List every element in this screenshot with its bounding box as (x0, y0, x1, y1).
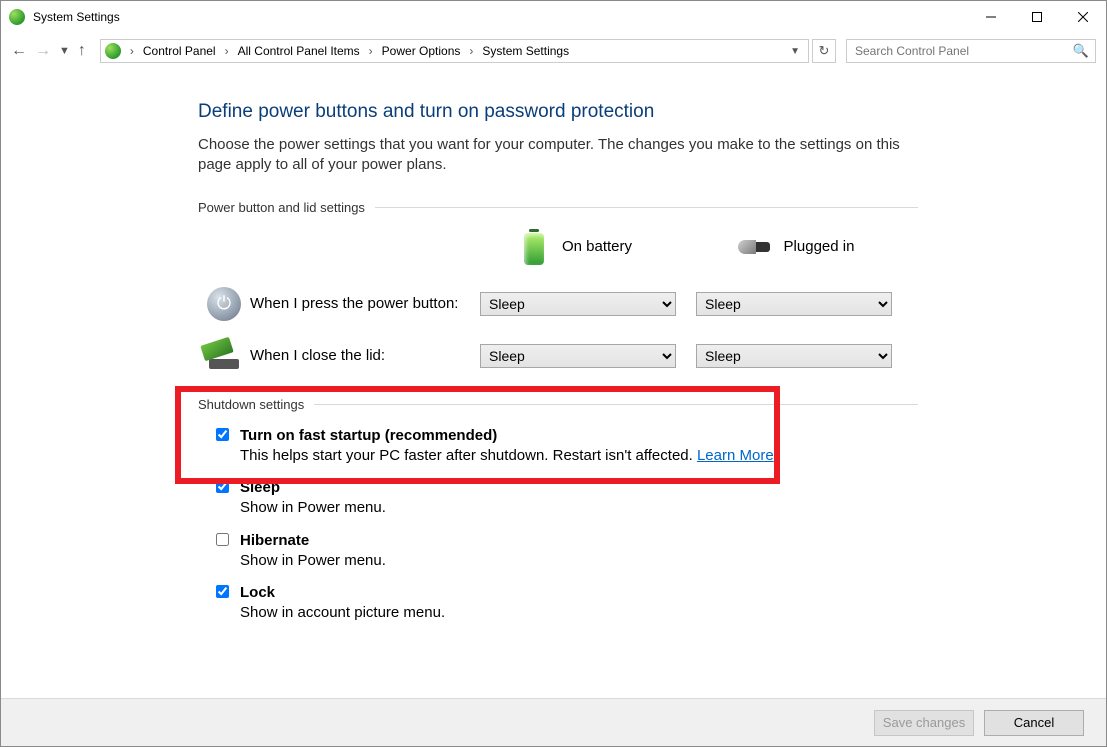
fast-startup-checkbox[interactable] (216, 428, 229, 441)
search-box[interactable]: 🔍 (846, 39, 1096, 63)
shutdown-settings: Turn on fast startup (recommended) This … (212, 426, 918, 624)
hibernate-item: Hibernate Show in Power menu. (212, 531, 918, 572)
column-battery-label: On battery (562, 238, 632, 255)
power-button-plugged-select[interactable]: Sleep (696, 292, 892, 316)
page-description: Choose the power settings that you want … (198, 135, 918, 176)
hibernate-label: Hibernate (240, 532, 309, 549)
learn-more-link[interactable]: Learn More (697, 447, 774, 464)
sleep-desc: Show in Power menu. (240, 498, 386, 518)
fast-startup-label: Turn on fast startup (recommended) (240, 427, 497, 444)
lid-plugged-select[interactable]: Sleep (696, 344, 892, 368)
app-icon (9, 9, 25, 25)
minimize-button[interactable] (968, 1, 1014, 33)
sleep-label: Sleep (240, 479, 280, 496)
forward-button[interactable]: → (35, 42, 51, 60)
cancel-button[interactable]: Cancel (984, 710, 1084, 736)
content-area: Define power buttons and turn on passwor… (1, 71, 1106, 698)
fast-startup-desc: This helps start your PC faster after sh… (240, 447, 697, 464)
back-button[interactable]: ← (11, 42, 27, 60)
hibernate-desc: Show in Power menu. (240, 551, 386, 571)
nav-bar: ← → ▼ ↑ › Control Panel › All Control Pa… (1, 33, 1106, 69)
refresh-button[interactable]: ↻ (812, 39, 836, 63)
battery-icon (524, 229, 544, 265)
up-button[interactable]: ↑ (78, 42, 86, 60)
sleep-item: Sleep Show in Power menu. (212, 478, 918, 519)
recent-dropdown-icon[interactable]: ▼ (59, 45, 70, 57)
search-input[interactable] (853, 43, 1073, 59)
lid-battery-select[interactable]: Sleep (480, 344, 676, 368)
breadcrumb-item[interactable]: All Control Panel Items (232, 44, 366, 58)
chevron-right-icon: › (222, 44, 232, 58)
column-plugged-label: Plugged in (784, 238, 855, 255)
search-icon[interactable]: 🔍 (1073, 43, 1089, 59)
lid-icon (206, 343, 242, 369)
chevron-down-icon[interactable]: ▼ (790, 46, 800, 57)
lid-row-label: When I close the lid: (250, 347, 480, 364)
section-heading-label: Power button and lid settings (198, 200, 375, 215)
hibernate-checkbox[interactable] (216, 533, 229, 546)
lock-item: Lock Show in account picture menu. (212, 583, 918, 624)
power-button-icon: ⏻ (207, 287, 241, 321)
lock-checkbox[interactable] (216, 585, 229, 598)
title-bar: System Settings (1, 1, 1106, 33)
save-button[interactable]: Save changes (874, 710, 974, 736)
sleep-checkbox[interactable] (216, 480, 229, 493)
power-button-battery-select[interactable]: Sleep (480, 292, 676, 316)
chevron-right-icon: › (366, 44, 376, 58)
breadcrumb-item[interactable]: Power Options (376, 44, 467, 58)
lock-desc: Show in account picture menu. (240, 603, 445, 623)
plug-icon (734, 238, 770, 256)
breadcrumb-item[interactable]: Control Panel (137, 44, 222, 58)
page-title: Define power buttons and turn on passwor… (198, 101, 918, 123)
section-heading-shutdown: Shutdown settings (198, 397, 918, 412)
power-button-row-label: When I press the power button: (250, 295, 480, 312)
maximize-button[interactable] (1014, 1, 1060, 33)
power-grid: On battery Plugged in ⏻ When I press the… (198, 229, 918, 369)
button-bar: Save changes Cancel (1, 698, 1106, 746)
chevron-right-icon: › (127, 44, 137, 58)
lock-label: Lock (240, 584, 275, 601)
window-title: System Settings (33, 10, 120, 24)
section-heading-label: Shutdown settings (198, 397, 314, 412)
breadcrumb-icon (105, 43, 121, 59)
chevron-right-icon: › (466, 44, 476, 58)
nav-arrows: ← → ▼ ↑ (11, 42, 86, 60)
breadcrumb-item[interactable]: System Settings (476, 44, 575, 58)
close-button[interactable] (1060, 1, 1106, 33)
fast-startup-item: Turn on fast startup (recommended) This … (212, 426, 918, 467)
breadcrumb[interactable]: › Control Panel › All Control Panel Item… (100, 39, 809, 63)
section-heading-buttons: Power button and lid settings (198, 200, 918, 215)
